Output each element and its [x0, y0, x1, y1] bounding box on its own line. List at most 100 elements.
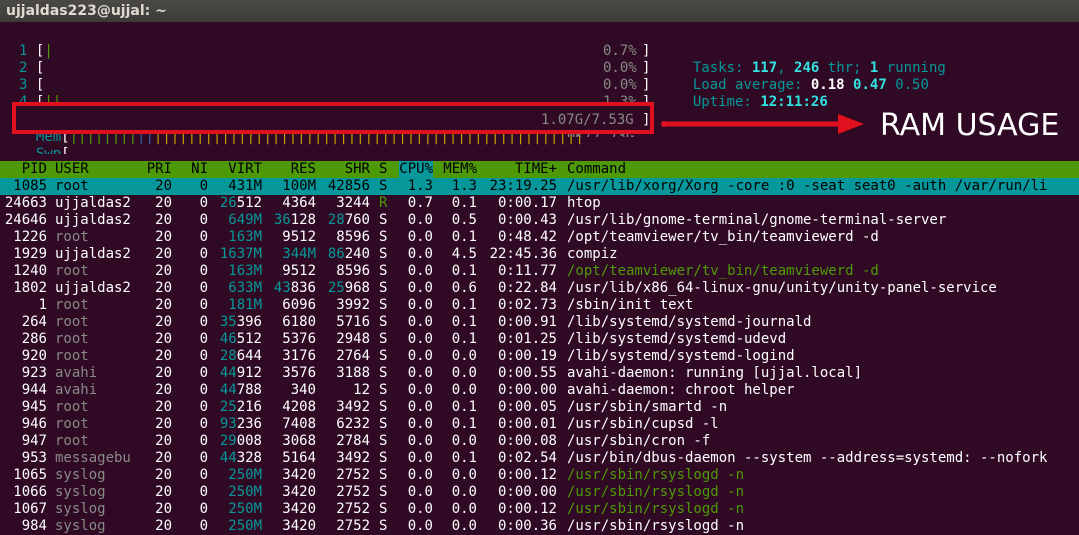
cell-cmd: /sbin/init text — [567, 297, 694, 313]
cell-s: S — [379, 212, 388, 228]
cell-mem: 4.5 — [451, 246, 477, 262]
cpu-bar: | — [44, 43, 53, 59]
process-row[interactable]: 947 root 20 0 29008 3068 2784 S 0.0 0.0 0:00.08/us… — [0, 433, 1079, 450]
cell-user: root — [55, 314, 89, 330]
cell-ni: 0 — [199, 484, 208, 500]
cell-mem: 0.1 — [451, 314, 477, 330]
column-header-cpu[interactable]: CPU% — [399, 161, 433, 178]
cell-virt: 431M — [228, 178, 262, 194]
cell-res: 6180 — [282, 314, 316, 330]
cell-cmd: /usr/sbin/rsyslogd -n — [567, 467, 745, 483]
uptime-value: 12:11:26 — [760, 94, 828, 110]
cell-cpu: 0.0 — [407, 246, 433, 262]
cell-shr: 2948 — [336, 331, 370, 347]
cell-pid: 1085 — [13, 178, 47, 194]
cell-ni: 0 — [199, 416, 208, 432]
cell-pid: 1066 — [13, 484, 47, 500]
process-row[interactable]: 953 messagebu 20 0 44328 5164 3492 S 0.0 0.1 0:02.… — [0, 450, 1079, 467]
process-row[interactable]: 1802 ujjaldas2 20 0 633M 43836 25968 S 0.0 0.6 0:2… — [0, 280, 1079, 297]
cell-user: root — [55, 433, 89, 449]
cell-pri: 20 — [155, 297, 172, 313]
cell-s: S — [379, 433, 388, 449]
cell-cpu: 0.0 — [407, 450, 433, 466]
cell-cmd: /usr/sbin/rsyslogd -n — [567, 501, 745, 517]
process-row[interactable]: 1240 root 20 0 163M 9512 8596 S 0.0 0.1 0:11.77/op… — [0, 263, 1079, 280]
process-row[interactable]: 264 root 20 0 35396 6180 5716 S 0.0 0.1 0:00.91/li… — [0, 314, 1079, 331]
cell-user: avahi — [55, 382, 98, 398]
process-row[interactable]: 923 avahi 20 0 44912 3576 3188 S 0.0 0.0 0:00.55 av… — [0, 365, 1079, 382]
cell-pri: 20 — [155, 348, 172, 364]
cell-user: avahi — [55, 365, 98, 381]
column-header-s[interactable]: S — [379, 161, 387, 178]
cell-shr: 2764 — [336, 348, 370, 364]
cell-pid: 1929 — [13, 246, 47, 262]
process-row[interactable]: 944 avahi 20 0 44788 340 12 S 0.0 0.0 0:00.00 avahi… — [0, 382, 1079, 399]
cell-cpu: 0.0 — [407, 399, 433, 415]
process-row[interactable]: 1929 ujjaldas2 20 0 1637M 344M 86240 S 0.0 4.5 22:… — [0, 246, 1079, 263]
arrow-icon — [661, 114, 864, 134]
process-row[interactable]: 946 root 20 0 93236 7408 6232 S 0.0 0.1 0:00.01/us… — [0, 416, 1079, 433]
process-row[interactable]: 945 root 20 0 25216 4208 3492 S 0.0 0.1 0:00.05/us… — [0, 399, 1079, 416]
column-header-pid[interactable]: PID — [22, 161, 47, 178]
cpu-value: 0.0% — [603, 77, 637, 93]
process-row[interactable]: 1226 root 20 0 163M 9512 8596 S 0.0 0.1 0:48.42/op… — [0, 229, 1079, 246]
process-row[interactable]: 1085 root 20 0 431M 100M 42856 S 1.3 1.3 23:19.25 /… — [0, 178, 1079, 195]
cell-cmd: compiz — [567, 246, 618, 262]
cell-cmd: /usr/sbin/smartd -n — [567, 399, 728, 415]
process-row[interactable]: 920 root 20 0 28644 3176 2764 S 0.0 0.0 0:00.19/li… — [0, 348, 1079, 365]
cell-pid: 920 — [21, 348, 47, 364]
cell-s: S — [379, 331, 388, 347]
cell-ni: 0 — [199, 212, 208, 228]
process-row[interactable]: 1066 syslog 20 0 250M 3420 2752 S 0.0 0.0 0:00.00 /… — [0, 484, 1079, 501]
column-header-command[interactable]: Command — [567, 161, 626, 178]
cell-pri: 20 — [155, 501, 172, 517]
cell-s: S — [379, 314, 388, 330]
cell-pid: 264 — [21, 314, 47, 330]
process-row[interactable]: 1065 syslog 20 0 250M 3420 2752 S 0.0 0.0 0:00.12 /… — [0, 467, 1079, 484]
cell-pri: 20 — [155, 314, 172, 330]
cell-res: 5164 — [282, 450, 316, 466]
cell-pri: 20 — [155, 433, 172, 449]
cell-pid: 1226 — [13, 229, 47, 245]
column-header-mem[interactable]: MEM% — [443, 161, 477, 178]
cell-time: 0:11.77 — [497, 263, 557, 279]
process-row[interactable]: 24663 ujjaldas2 20 0 26512 4364 3244 R 0.7 0.1 0:0… — [0, 195, 1079, 212]
ram-highlight-box — [12, 102, 654, 134]
cell-ni: 0 — [199, 348, 208, 364]
process-row[interactable]: 1067 syslog 20 0 250M 3420 2752 S 0.0 0.0 0:00.12 /… — [0, 501, 1079, 518]
cell-user: root — [55, 263, 89, 279]
column-header-virt[interactable]: VIRT — [228, 161, 262, 178]
cell-time: 0:00.05 — [497, 399, 557, 415]
process-row[interactable]: 1 root 20 0 181M 6096 3992 S 0.0 0.1 0:02.73/sbin/… — [0, 297, 1079, 314]
column-header-ni[interactable]: NI — [191, 161, 208, 178]
cell-ni: 0 — [199, 467, 208, 483]
cell-s: S — [379, 399, 388, 415]
cell-virt: 44788 — [219, 382, 262, 398]
cell-virt: 181M — [228, 297, 262, 313]
process-row[interactable]: 286 root 20 0 46512 5376 2948 S 0.0 0.1 0:01.25/li… — [0, 331, 1079, 348]
column-header-pri[interactable]: PRI — [147, 161, 172, 178]
cell-cpu: 0.0 — [407, 484, 433, 500]
column-header-shr[interactable]: SHR — [345, 161, 370, 178]
cell-pid: 945 — [21, 399, 47, 415]
column-header-user[interactable]: USER — [55, 161, 89, 178]
column-header-time[interactable]: TIME+ — [515, 161, 557, 178]
cell-mem: 0.1 — [451, 297, 477, 313]
column-header-res[interactable]: RES — [291, 161, 316, 178]
cell-user: ujjaldas2 — [55, 195, 131, 211]
cell-user: messagebu — [55, 450, 131, 466]
cpu-meter-1: 1 [| — [19, 43, 53, 59]
cell-time: 0:48.42 — [497, 229, 557, 245]
cell-time: 0:00.12 — [497, 467, 557, 483]
process-row[interactable]: 24646 ujjaldas2 20 0 649M 36128 28760 S 0.0 0.5 0:… — [0, 212, 1079, 229]
cell-cpu: 0.0 — [407, 348, 433, 364]
cell-s: S — [379, 178, 388, 194]
cell-ni: 0 — [199, 501, 208, 517]
cell-shr: 6232 — [336, 416, 370, 432]
cell-shr: 42856 — [327, 178, 370, 194]
cell-cpu: 0.0 — [407, 433, 433, 449]
cell-s: S — [379, 365, 388, 381]
cell-shr: 8596 — [336, 229, 370, 245]
cell-time: 0:00.19 — [497, 348, 557, 364]
cell-res: 3176 — [282, 348, 316, 364]
